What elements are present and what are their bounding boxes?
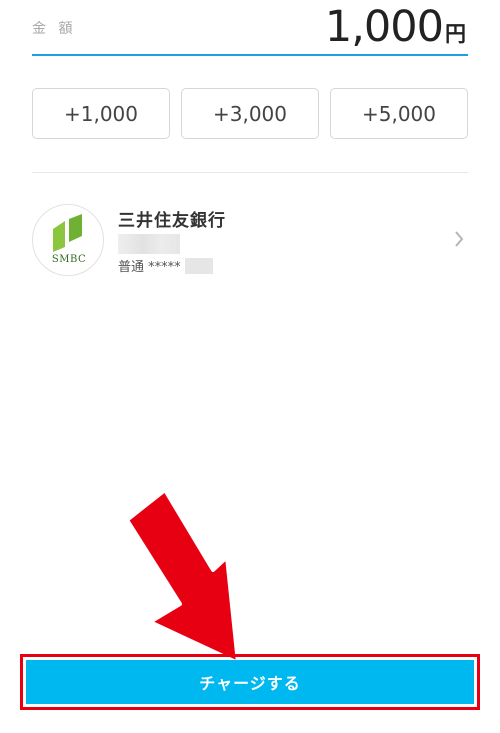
amount-field[interactable]: 金 額 1,000円	[32, 0, 468, 56]
amount-display: 1,000円	[325, 2, 466, 52]
redacted-account	[184, 257, 213, 274]
divider	[32, 172, 468, 173]
amount-label: 金 額	[32, 21, 77, 37]
smbc-leaf-icon	[53, 214, 82, 252]
amount-unit: 円	[445, 22, 466, 46]
amount-value: 1,000	[324, 2, 444, 52]
chevron-right-icon	[455, 231, 464, 247]
account-number: 普通 *****	[118, 260, 181, 275]
bank-logo: SMBC	[32, 204, 104, 276]
add-3000-button[interactable]: +3,000	[181, 88, 319, 139]
bank-account-info: 普通 *****	[118, 256, 213, 275]
add-1000-button[interactable]: +1,000	[32, 88, 170, 139]
bank-account-selector[interactable]: SMBC 三井住友銀行 普通 *****	[32, 200, 468, 280]
redacted-branch	[118, 234, 180, 254]
bank-logo-text: SMBC	[51, 254, 87, 265]
charge-button[interactable]: チャージする	[26, 660, 474, 704]
bank-name: 三井住友銀行	[118, 211, 226, 231]
add-5000-button[interactable]: +5,000	[330, 88, 468, 139]
